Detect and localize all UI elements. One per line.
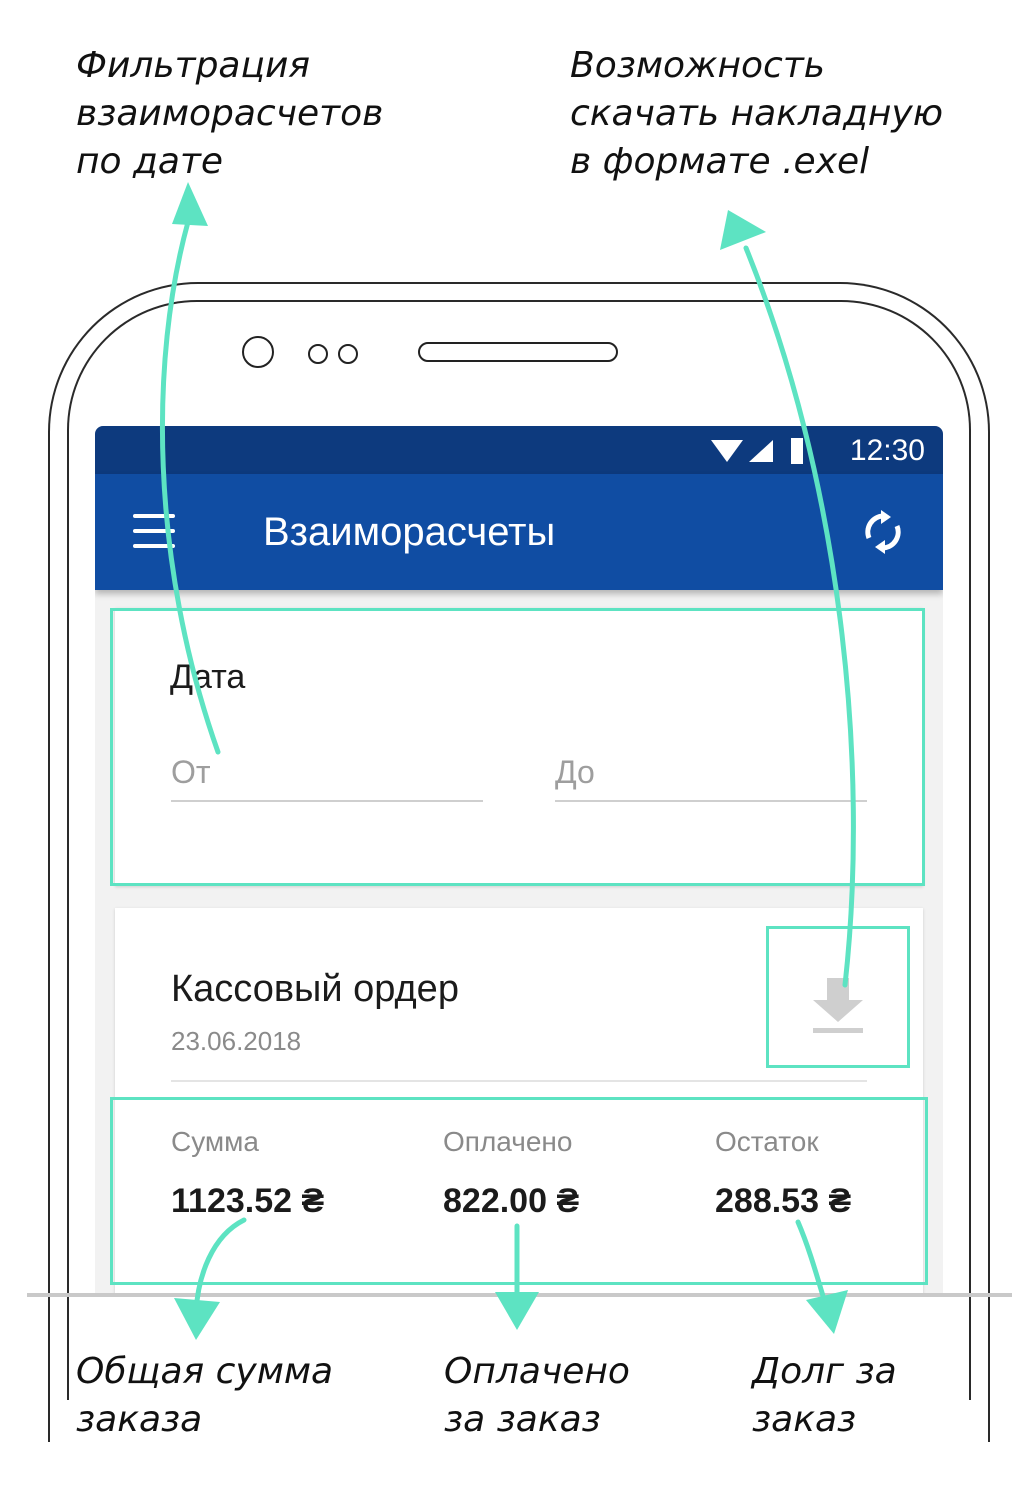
arrow-debt bbox=[795, 1219, 829, 1309]
arrowhead-filter bbox=[172, 182, 208, 226]
arrowhead-total bbox=[174, 1298, 220, 1340]
arrowhead-download bbox=[720, 210, 766, 250]
arrowhead-debt bbox=[806, 1290, 848, 1334]
annotation-arrows bbox=[159, 182, 856, 1340]
arrow-filter bbox=[159, 219, 221, 755]
arrowhead-paid bbox=[495, 1292, 539, 1330]
arrow-download bbox=[743, 245, 856, 988]
arrow-total bbox=[193, 1217, 247, 1315]
